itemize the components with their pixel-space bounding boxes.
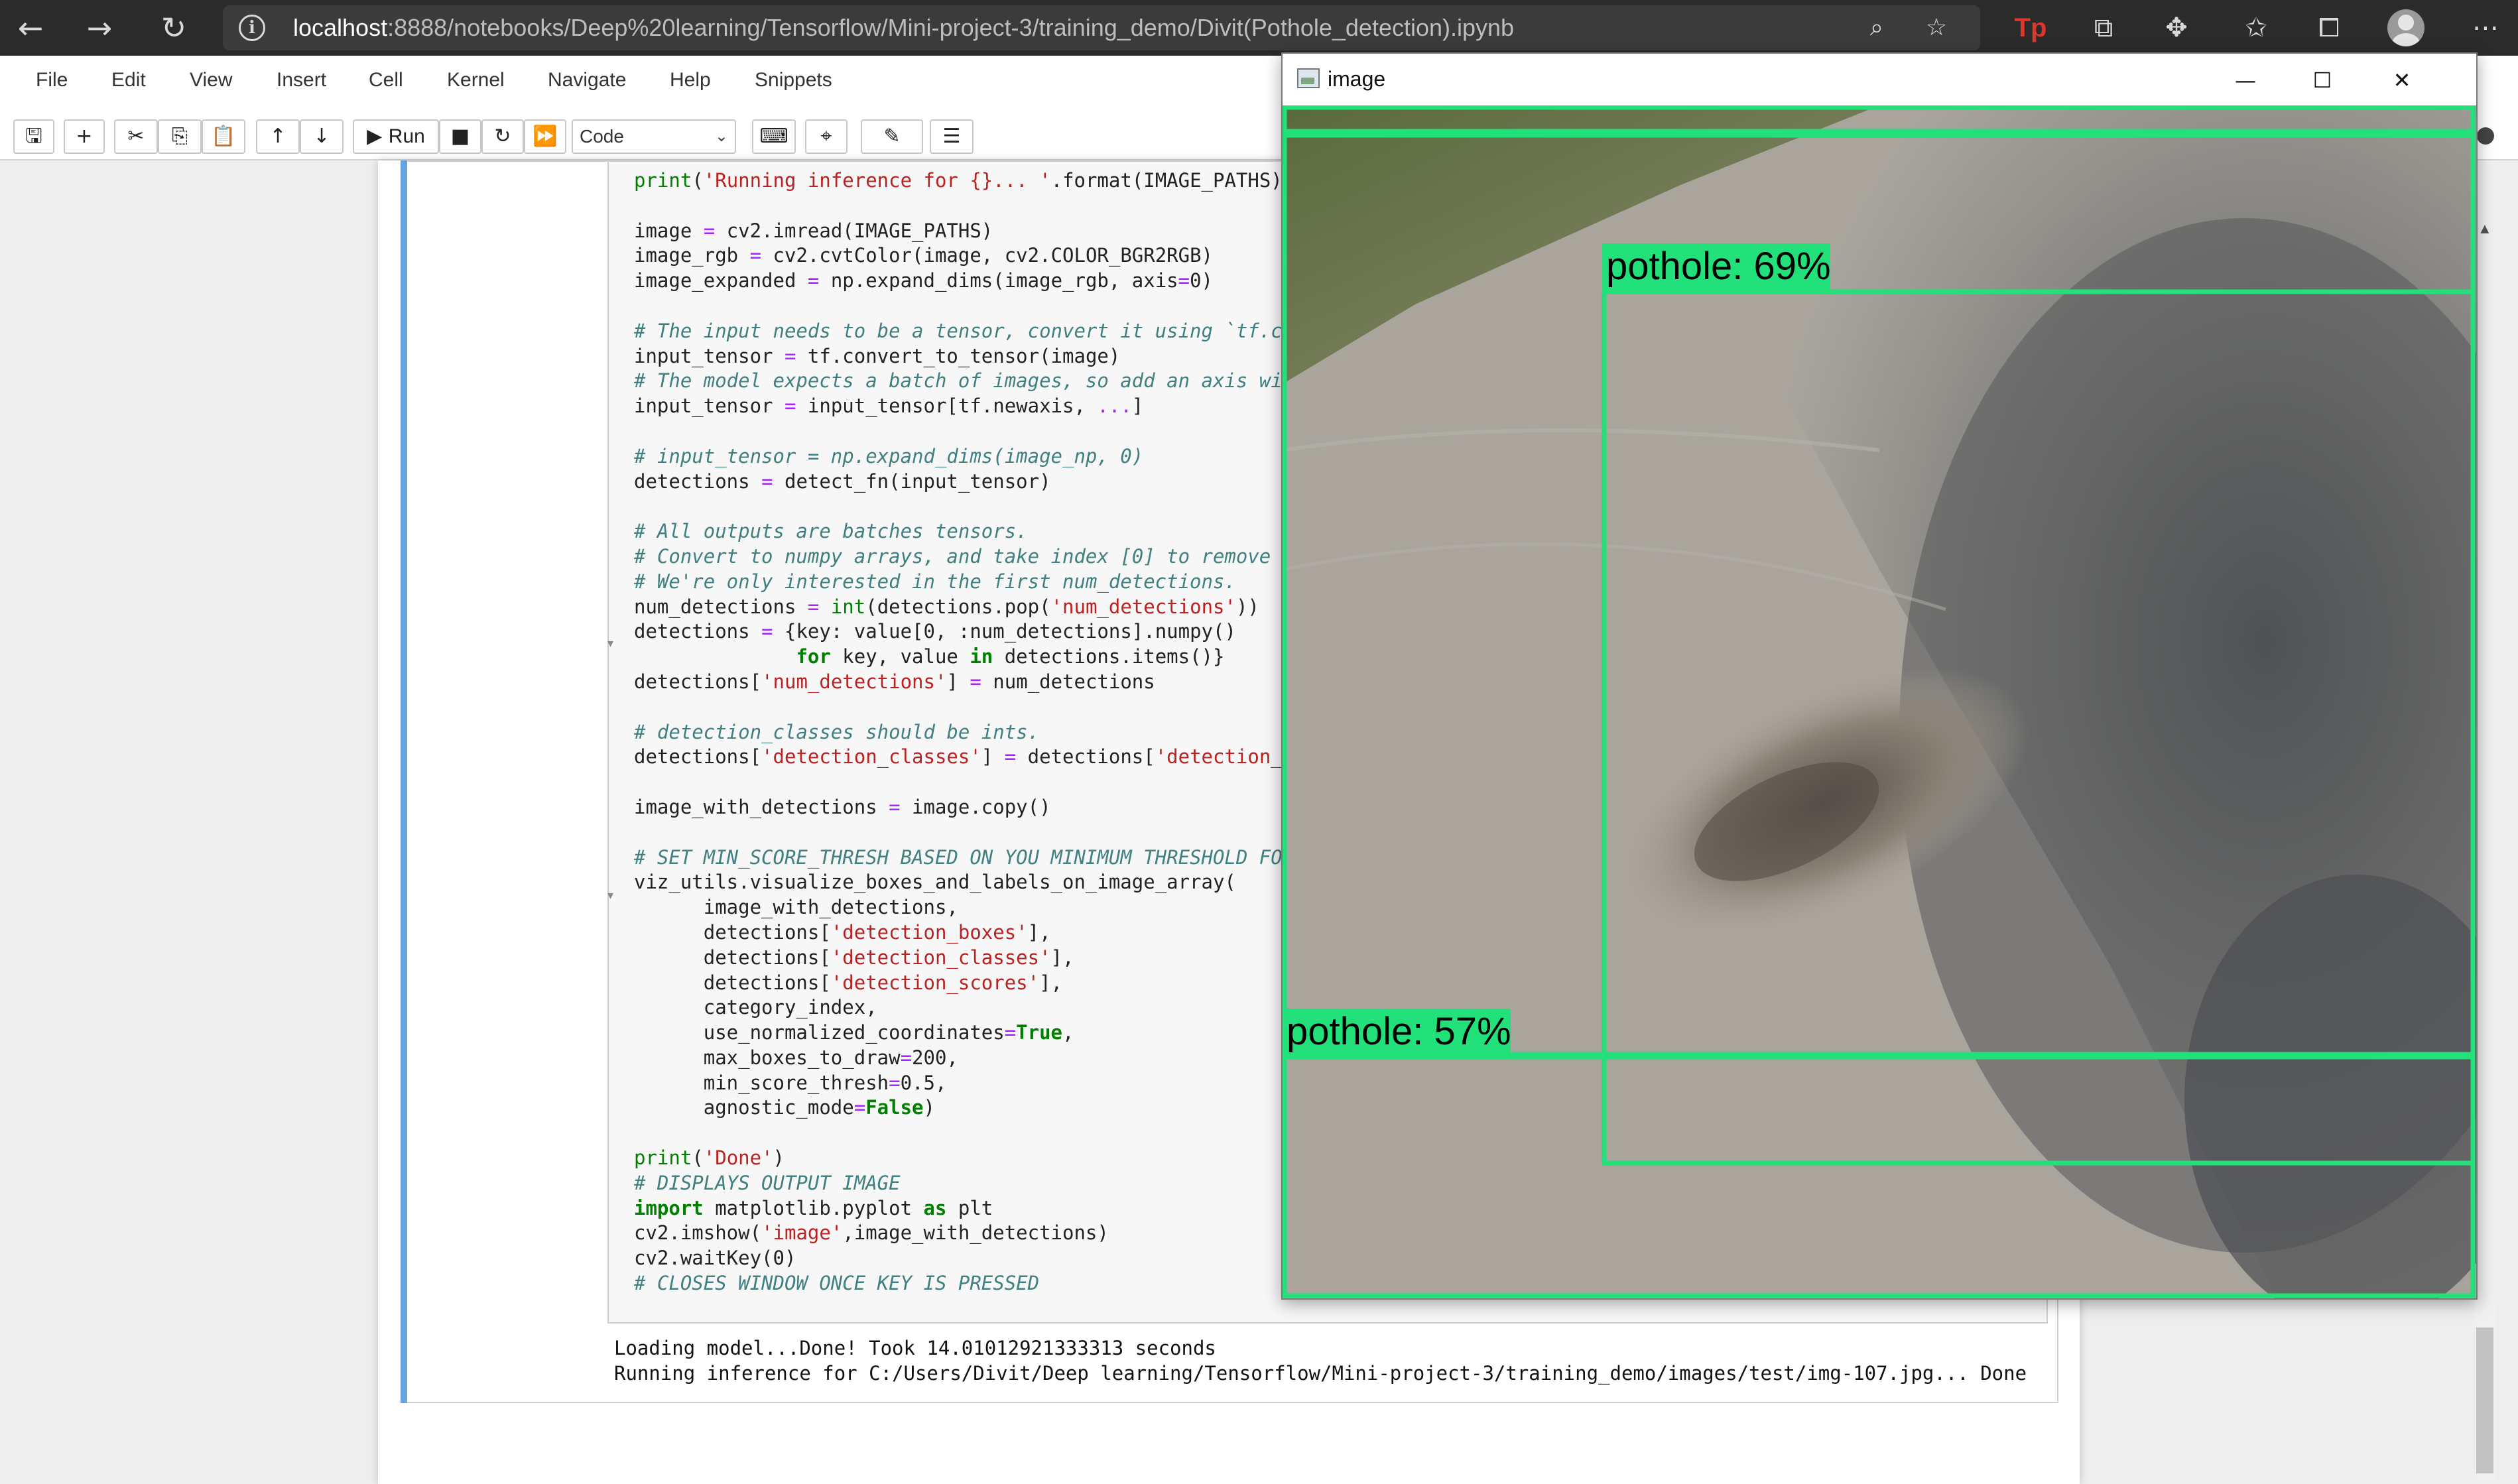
menu-view[interactable]: View bbox=[190, 69, 232, 92]
site-info-icon[interactable]: i bbox=[239, 15, 265, 41]
zoom-icon[interactable]: ⌕ bbox=[1861, 12, 1893, 44]
close-icon[interactable]: ✕ bbox=[2363, 54, 2440, 107]
chevron-down-icon: ⌄ bbox=[714, 127, 728, 145]
detection-box bbox=[1283, 105, 2476, 134]
scroll-up-icon[interactable]: ▲ bbox=[2478, 220, 2492, 237]
menu-navigate[interactable]: Navigate bbox=[548, 69, 626, 92]
fold-marker-icon[interactable]: ▾ bbox=[607, 889, 613, 902]
back-arrow-icon[interactable]: ← bbox=[9, 7, 52, 49]
restart-icon[interactable]: ↻ bbox=[481, 119, 524, 154]
run-label: Run bbox=[388, 125, 425, 147]
keyboard-icon[interactable]: ⌨ bbox=[752, 119, 796, 154]
detection-box bbox=[1283, 1054, 2476, 1298]
extension-tp-icon[interactable]: Tp bbox=[2012, 9, 2049, 46]
forward-arrow-icon[interactable]: → bbox=[78, 7, 121, 49]
browser-toolbar: ← → ↻ i localhost:8888/notebooks/Deep%20… bbox=[0, 0, 2518, 56]
extension-badge-icon[interactable]: ⧉ bbox=[2085, 9, 2122, 46]
window-title: image bbox=[1328, 67, 1386, 91]
extensions-puzzle-icon[interactable]: ✥ bbox=[2158, 9, 2195, 46]
detection-box bbox=[1283, 133, 2476, 1057]
favorites-icon[interactable]: ✩ bbox=[2237, 9, 2275, 46]
run-button[interactable]: ▶ Run bbox=[353, 119, 439, 154]
collections-icon[interactable]: ⧠ bbox=[2310, 9, 2348, 46]
more-menu-icon[interactable]: ⋯ bbox=[2467, 9, 2504, 46]
selected-cell-indicator bbox=[401, 160, 407, 1403]
fold-marker-icon[interactable]: ▾ bbox=[607, 637, 613, 650]
cell-output: Loading model...Done! Took 14.0101292133… bbox=[614, 1335, 2027, 1386]
paste-icon[interactable]: 📋 bbox=[202, 119, 245, 154]
copy-icon[interactable]: ⎘ bbox=[158, 119, 202, 154]
output-line: Running inference for C:/Users/Divit/Dee… bbox=[614, 1362, 2027, 1385]
stop-icon[interactable]: ■ bbox=[439, 119, 481, 154]
reload-icon[interactable]: ↻ bbox=[153, 7, 195, 49]
cut-icon[interactable]: ✂ bbox=[114, 119, 158, 154]
detection-overlay: pothole: 69% pothole: 57% bbox=[1283, 105, 2476, 1298]
cell-type-value: Code bbox=[580, 126, 624, 147]
favorite-star-icon[interactable]: ☆ bbox=[1920, 12, 1952, 44]
window-app-icon bbox=[1297, 68, 1320, 88]
kernel-status-icon bbox=[2477, 127, 2494, 145]
menu-help[interactable]: Help bbox=[670, 69, 711, 92]
minimize-icon[interactable]: — bbox=[2207, 54, 2284, 107]
scrollbar-thumb[interactable] bbox=[2476, 1328, 2493, 1473]
menu-edit[interactable]: Edit bbox=[111, 69, 146, 92]
image-window[interactable]: image — ☐ ✕ pothole: 69% pothole: 57% bbox=[1281, 52, 2478, 1300]
detection-label: pothole: 57% bbox=[1287, 1010, 1511, 1053]
maximize-icon[interactable]: ☐ bbox=[2284, 54, 2361, 107]
list-icon[interactable]: ☰ bbox=[930, 119, 974, 154]
image-window-titlebar[interactable]: image — ☐ ✕ bbox=[1283, 54, 2476, 107]
brush-icon[interactable]: ✎ bbox=[861, 119, 923, 154]
restart-run-all-icon[interactable]: ⏩ bbox=[524, 119, 566, 154]
output-line: Loading model...Done! Took 14.0101292133… bbox=[614, 1337, 1216, 1359]
move-down-icon[interactable]: ↓ bbox=[300, 119, 344, 154]
profile-avatar[interactable] bbox=[2387, 9, 2424, 46]
detection-box bbox=[1602, 289, 2476, 1166]
add-cell-icon[interactable]: + bbox=[64, 119, 105, 154]
cell-type-select[interactable]: Code ⌄ bbox=[572, 119, 736, 154]
menu-kernel[interactable]: Kernel bbox=[447, 69, 505, 92]
menu-file[interactable]: File bbox=[36, 69, 68, 92]
url-text[interactable]: localhost:8888/notebooks/Deep%20learning… bbox=[293, 5, 1514, 50]
menu-snippets[interactable]: Snippets bbox=[755, 69, 832, 92]
crosshair-icon[interactable]: ⌖ bbox=[805, 119, 848, 154]
move-up-icon[interactable]: ↑ bbox=[256, 119, 300, 154]
address-bar[interactable]: i localhost:8888/notebooks/Deep%20learni… bbox=[223, 5, 1980, 50]
menu-insert[interactable]: Insert bbox=[277, 69, 326, 92]
menu-cell[interactable]: Cell bbox=[369, 69, 403, 92]
run-icon: ▶ bbox=[367, 125, 383, 148]
detection-image: pothole: 69% pothole: 57% bbox=[1283, 105, 2476, 1298]
detection-label: pothole: 69% bbox=[1606, 245, 1831, 288]
save-icon[interactable]: 🖫 bbox=[13, 119, 54, 154]
